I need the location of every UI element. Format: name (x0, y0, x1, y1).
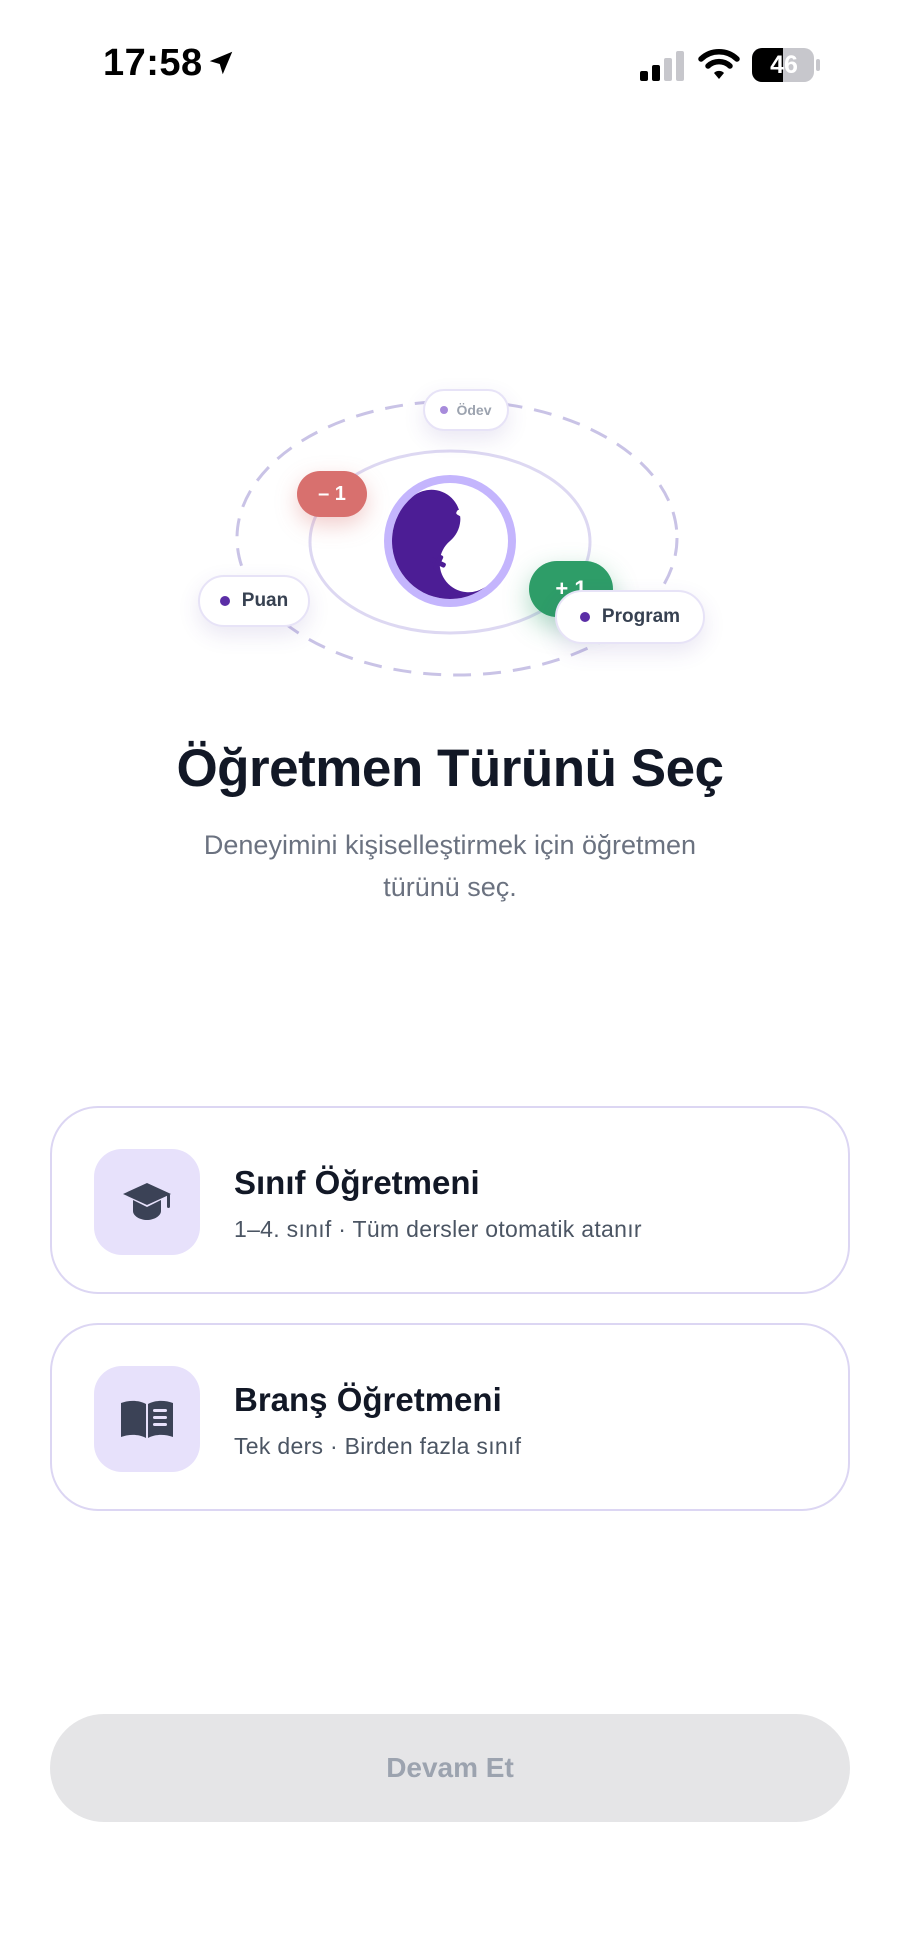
wifi-icon (698, 49, 740, 79)
option-card-brans-ogretmeni[interactable]: Branş Öğretmeni Tek ders · Birden fazla … (50, 1323, 850, 1511)
chip-odev-label: Ödev (456, 402, 492, 418)
chip-odev: Ödev (423, 389, 509, 431)
option-title: Sınıf Öğretmeni (234, 1164, 480, 1201)
chip-dot (219, 596, 230, 606)
graduation-cap-icon (123, 1183, 171, 1220)
option-title: Branş Öğretmeni (234, 1381, 502, 1418)
page-title: Öğretmen Türünü Seç (176, 739, 724, 798)
cellular-signal-icon (640, 51, 684, 81)
chip-minus-one: – 1 (297, 471, 367, 517)
chip-puan-label: Puan (241, 590, 289, 611)
open-book-icon (121, 1400, 173, 1438)
status-bar: 17:58 46 (0, 0, 900, 130)
chip-program-label: Program (601, 606, 681, 627)
chip-dot (579, 612, 590, 622)
hero-illustration: Ödev – 1 Puan + 1 Program (180, 375, 740, 705)
yin-yang-plus-minus-icon (384, 475, 516, 607)
option-card-sinif-ogretmeni[interactable]: Sınıf Öğretmeni 1–4. sınıf · Tüm dersler… (50, 1106, 850, 1294)
location-arrow-icon (209, 51, 233, 75)
status-time: 17:58 (103, 42, 203, 84)
option-icon-box (94, 1366, 200, 1472)
chip-dot (440, 406, 449, 414)
option-subtitle: 1–4. sınıf · Tüm dersler otomatik atanır (234, 1216, 642, 1242)
battery-icon: 46 (752, 47, 820, 83)
page-subtitle: Deneyimini kişiselleştirmek için öğretme… (203, 830, 697, 902)
option-subtitle: Tek ders · Birden fazla sınıf (234, 1433, 522, 1459)
chip-puan: Puan (198, 575, 310, 627)
chip-program: Program (555, 590, 705, 644)
option-icon-box (94, 1149, 200, 1255)
continue-button[interactable]: Devam Et (50, 1714, 850, 1822)
battery-level: 46 (770, 51, 798, 79)
